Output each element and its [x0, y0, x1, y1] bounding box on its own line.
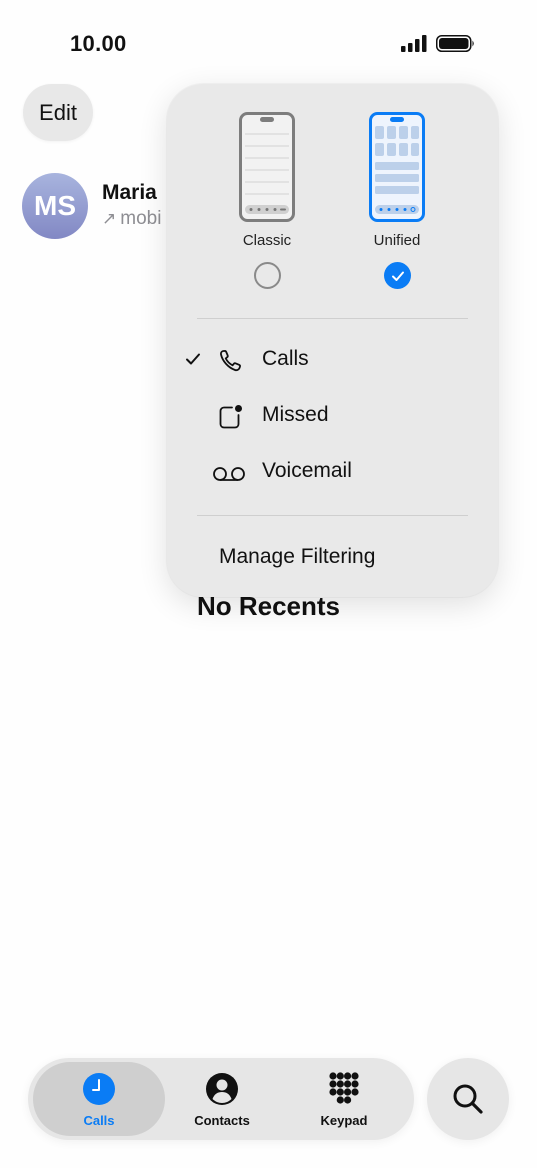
voicemail-icon — [213, 467, 245, 481]
search-icon — [453, 1084, 483, 1114]
unified-layout-radio[interactable] — [384, 262, 411, 289]
clock-icon — [83, 1073, 115, 1105]
menu-divider — [197, 318, 468, 319]
filter-item-voicemail[interactable]: Voicemail — [167, 451, 498, 495]
missed-badge-icon — [219, 405, 242, 429]
tab-keypad[interactable]: Keypad — [280, 1062, 408, 1136]
menu-divider — [197, 515, 468, 516]
battery-icon — [436, 35, 474, 52]
filter-label-voicemail: Voicemail — [262, 459, 352, 482]
tab-bar: Calls Contacts Keypad — [28, 1058, 414, 1140]
filter-item-calls[interactable]: Calls — [167, 339, 498, 383]
tab-label-keypad: Keypad — [320, 1113, 368, 1128]
recent-call-label: mobi — [120, 208, 162, 229]
cellular-signal-icon — [401, 35, 427, 52]
classic-layout-label: Classic — [242, 232, 292, 249]
tab-label-contacts: Contacts — [194, 1113, 250, 1128]
recent-contact-name[interactable]: Maria — [102, 181, 157, 205]
classic-layout-radio[interactable] — [254, 262, 281, 289]
recent-call-type: ↗ mobi — [102, 208, 161, 230]
avatar[interactable]: MS — [22, 173, 88, 239]
unified-layout-illustration[interactable] — [369, 112, 425, 222]
status-bar: 10.00 — [0, 0, 537, 80]
edit-button[interactable]: Edit — [23, 84, 93, 141]
phone-icon — [220, 350, 241, 372]
filter-popover: Classic Unified Calls Missed Voicemail M… — [167, 84, 498, 597]
tab-calls[interactable]: Calls — [33, 1062, 165, 1136]
unified-layout-label: Unified — [373, 232, 421, 249]
checkmark-icon — [186, 353, 200, 365]
tab-label-calls: Calls — [83, 1113, 115, 1128]
person-icon — [206, 1073, 238, 1105]
classic-layout-illustration[interactable] — [239, 112, 295, 222]
search-button[interactable] — [427, 1058, 509, 1140]
status-time: 10.00 — [70, 31, 127, 56]
filter-label-calls: Calls — [262, 347, 309, 370]
checkmark-icon — [391, 271, 404, 281]
manage-filtering-button[interactable]: Manage Filtering — [219, 545, 375, 569]
outgoing-arrow-icon: ↗ — [102, 209, 117, 228]
filter-label-missed: Missed — [262, 403, 329, 426]
filter-item-missed[interactable]: Missed — [167, 395, 498, 439]
keypad-icon — [329, 1072, 359, 1104]
tab-contacts[interactable]: Contacts — [158, 1062, 286, 1136]
